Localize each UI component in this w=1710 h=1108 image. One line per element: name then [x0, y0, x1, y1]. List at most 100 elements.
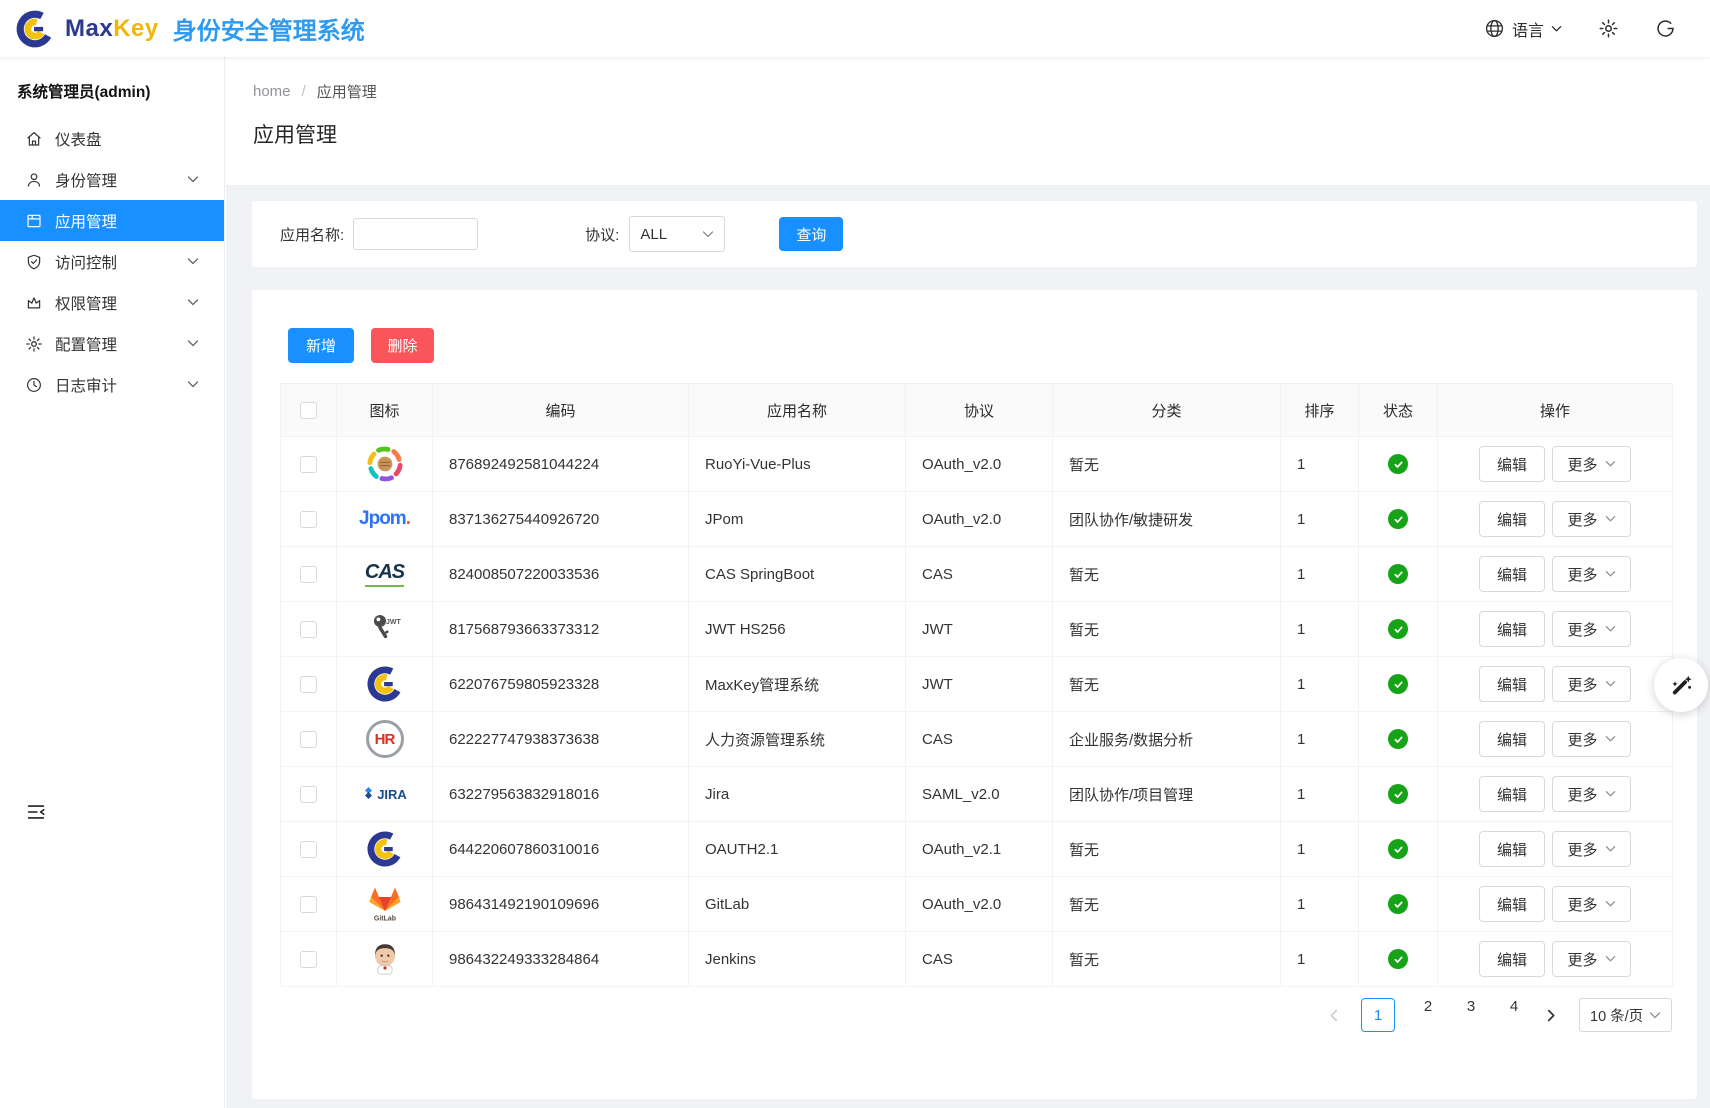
sidebar-item-dashboard[interactable]: 仪表盘	[0, 118, 224, 159]
more-button[interactable]: 更多	[1552, 831, 1631, 867]
breadcrumb: home / 应用管理	[253, 81, 1710, 102]
page-head: home / 应用管理 应用管理	[226, 57, 1710, 185]
app-category: 暂无	[1053, 437, 1281, 492]
edit-button[interactable]: 编辑	[1479, 611, 1545, 647]
page-number-1[interactable]: 1	[1361, 998, 1395, 1032]
sidebar-user: 系统管理员(admin)	[0, 57, 224, 118]
row-checkbox[interactable]	[300, 786, 317, 803]
next-page-icon[interactable]	[1547, 1009, 1556, 1022]
filter-card: 应用名称: 协议: ALL 查询	[252, 201, 1697, 267]
more-button[interactable]: 更多	[1552, 556, 1631, 592]
edit-button[interactable]: 编辑	[1479, 556, 1545, 592]
edit-button[interactable]: 编辑	[1479, 666, 1545, 702]
page-size-select[interactable]: 10 条/页	[1579, 998, 1672, 1032]
row-checkbox[interactable]	[300, 511, 317, 528]
maxkey-logo	[14, 8, 56, 50]
more-button[interactable]: 更多	[1552, 776, 1631, 812]
status-enabled-badge	[1388, 839, 1408, 859]
chevron-down-icon	[1605, 735, 1616, 743]
row-checkbox[interactable]	[300, 731, 317, 748]
apps-icon	[25, 212, 43, 230]
row-checkbox[interactable]	[300, 896, 317, 913]
app-name: GitLab	[689, 877, 906, 932]
language-selector[interactable]: 语言	[1484, 17, 1562, 41]
select-all-checkbox[interactable]	[300, 402, 317, 419]
select-all-header	[281, 384, 337, 437]
sidebar-item-audit[interactable]: 日志审计	[0, 364, 224, 405]
sidebar-item-access[interactable]: 访问控制	[0, 241, 224, 282]
protocol-label: 协议:	[585, 224, 619, 245]
edit-button[interactable]: 编辑	[1479, 721, 1545, 757]
delete-button[interactable]: 删除	[371, 328, 434, 363]
page-number-3[interactable]: 3	[1461, 998, 1481, 1032]
app-name: MaxKey管理系统	[689, 657, 906, 712]
app-name: Jira	[689, 767, 906, 822]
edit-button[interactable]: 编辑	[1479, 941, 1545, 977]
sidebar-item-identity[interactable]: 身份管理	[0, 159, 224, 200]
more-button[interactable]: 更多	[1552, 721, 1631, 757]
protocol-select-value: ALL	[640, 226, 667, 243]
audit-icon	[25, 376, 43, 394]
table-row: CAS 824008507220033536 CAS SpringBoot CA…	[281, 547, 1673, 602]
brand-name: MaxKey	[65, 15, 159, 43]
row-checkbox[interactable]	[300, 621, 317, 638]
logout-icon[interactable]	[1655, 18, 1676, 39]
more-button[interactable]: 更多	[1552, 501, 1631, 537]
table-row: 876892492581044224 RuoYi-Vue-Plus OAuth_…	[281, 437, 1673, 492]
svg-text:GitLab: GitLab	[373, 916, 395, 923]
table-row: Jpom. 837136275440926720 JPom OAuth_v2.0…	[281, 492, 1673, 547]
prev-page-icon[interactable]	[1329, 1009, 1338, 1022]
more-button[interactable]: 更多	[1552, 446, 1631, 482]
menu-fold-icon[interactable]	[25, 801, 47, 823]
protocol-select[interactable]: ALL	[629, 216, 725, 252]
app-name-label: 应用名称:	[280, 224, 344, 245]
app-name-input[interactable]	[353, 218, 478, 250]
app-protocol: CAS	[906, 547, 1053, 602]
edit-button[interactable]: 编辑	[1479, 446, 1545, 482]
sidebar-item-permission[interactable]: 权限管理	[0, 282, 224, 323]
page-number-4[interactable]: 4	[1504, 998, 1524, 1032]
more-button[interactable]: 更多	[1552, 886, 1631, 922]
app-code: 632279563832918016	[433, 767, 689, 822]
sidebar-item-apps[interactable]: 应用管理	[0, 200, 224, 241]
app-protocol: CAS	[906, 712, 1053, 767]
row-checkbox[interactable]	[300, 841, 317, 858]
app-category: 暂无	[1053, 932, 1281, 987]
sidebar-item-label: 身份管理	[55, 169, 175, 191]
table-row: JIRA 632279563832918016 Jira SAML_v2.0 团…	[281, 767, 1673, 822]
magic-wand-icon	[1668, 672, 1695, 699]
breadcrumb-current: 应用管理	[317, 81, 377, 102]
chevron-down-icon	[702, 230, 714, 239]
edit-button[interactable]: 编辑	[1479, 886, 1545, 922]
sidebar-item-config[interactable]: 配置管理	[0, 323, 224, 364]
settings-gear-icon[interactable]	[1598, 18, 1619, 39]
app-code: 644220607860310016	[433, 822, 689, 877]
row-checkbox[interactable]	[300, 951, 317, 968]
floating-tool-button[interactable]	[1654, 658, 1708, 712]
breadcrumb-home[interactable]: home	[253, 83, 291, 100]
chevron-down-icon	[1605, 460, 1616, 468]
more-button[interactable]: 更多	[1552, 666, 1631, 702]
jira-logo: JIRA	[337, 772, 432, 816]
page-number-2[interactable]: 2	[1418, 998, 1438, 1032]
app-code: 622227747938373638	[433, 712, 689, 767]
edit-button[interactable]: 编辑	[1479, 776, 1545, 812]
row-checkbox[interactable]	[300, 676, 317, 693]
row-checkbox[interactable]	[300, 566, 317, 583]
add-button[interactable]: 新增	[288, 328, 354, 363]
app-sort: 1	[1281, 657, 1359, 712]
gitlab-logo: GitLab	[337, 882, 432, 926]
edit-button[interactable]: 编辑	[1479, 831, 1545, 867]
app-code: 986431492190109696	[433, 877, 689, 932]
app-code: 824008507220033536	[433, 547, 689, 602]
table-row: 644220607860310016 OAUTH2.1 OAuth_v2.1 暂…	[281, 822, 1673, 877]
app-name: Jenkins	[689, 932, 906, 987]
search-button[interactable]: 查询	[779, 217, 843, 251]
app-category: 暂无	[1053, 547, 1281, 602]
more-button[interactable]: 更多	[1552, 941, 1631, 977]
chevron-down-icon	[1551, 25, 1562, 33]
app-code: 986432249333284864	[433, 932, 689, 987]
edit-button[interactable]: 编辑	[1479, 501, 1545, 537]
row-checkbox[interactable]	[300, 456, 317, 473]
more-button[interactable]: 更多	[1552, 611, 1631, 647]
